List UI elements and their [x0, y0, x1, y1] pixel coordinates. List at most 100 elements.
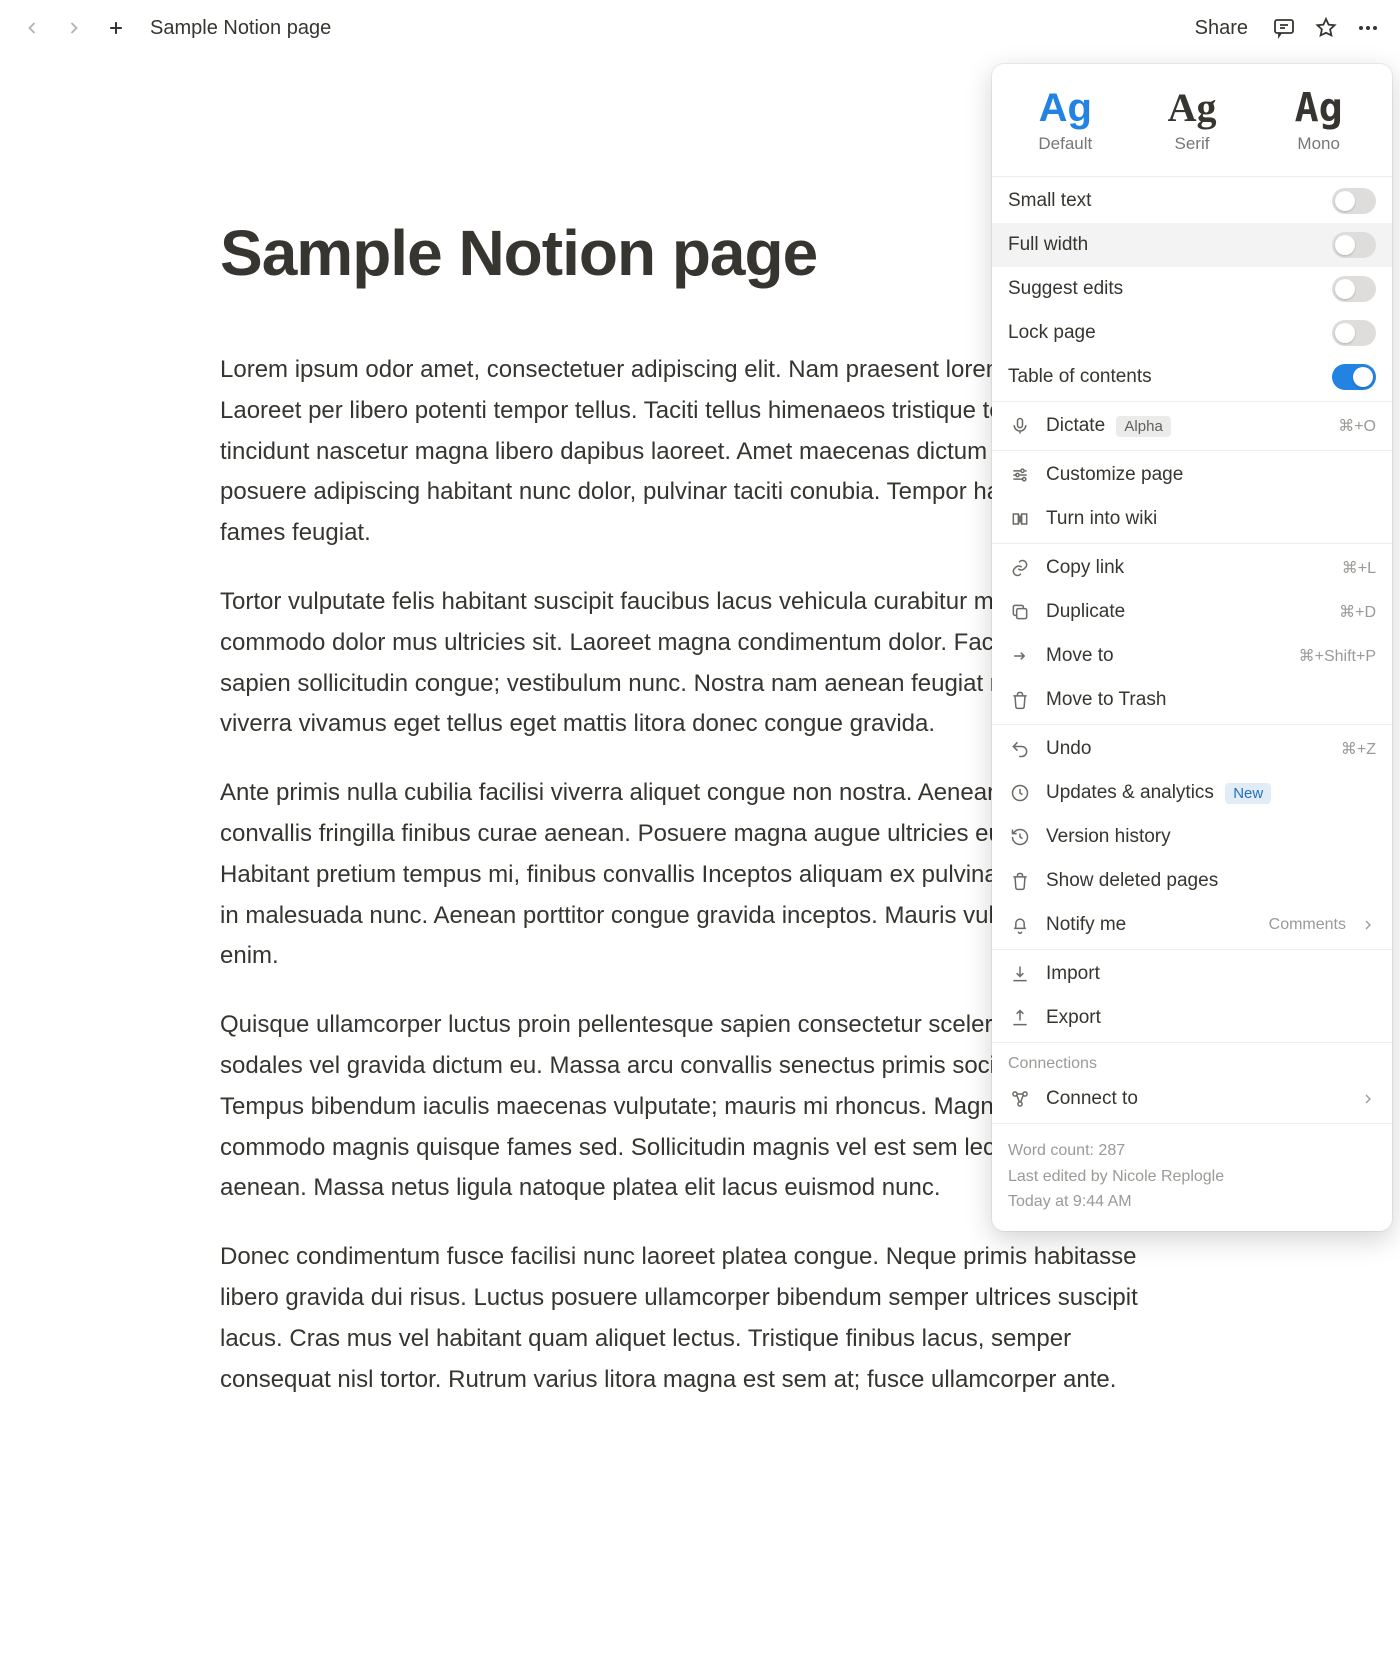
share-button[interactable]: Share [1185, 13, 1258, 44]
page-options-menu: Ag Default Ag Serif Ag Mono Small text F… [992, 64, 1392, 1231]
import-icon [1008, 962, 1032, 986]
toggle-switch[interactable] [1332, 320, 1376, 346]
more-button[interactable] [1352, 12, 1384, 44]
menu-customize-page[interactable]: Customize page [992, 453, 1392, 497]
toggle-switch[interactable] [1332, 232, 1376, 258]
toggle-toc[interactable]: Table of contents [992, 355, 1392, 399]
menu-label: Customize page [1046, 464, 1376, 486]
shortcut: ⌘+D [1339, 602, 1376, 622]
menu-dictate[interactable]: Dictate Alpha ⌘+O [992, 404, 1392, 448]
divider [992, 1123, 1392, 1124]
menu-updates-analytics[interactable]: Updates & analytics New [992, 771, 1392, 815]
font-label: Serif [1129, 134, 1256, 154]
connect-icon [1008, 1087, 1032, 1111]
menu-show-deleted[interactable]: Show deleted pages [992, 859, 1392, 903]
new-tab-button[interactable] [100, 12, 132, 44]
connections-header: Connections [992, 1045, 1392, 1077]
chevron-right-icon [1360, 917, 1376, 933]
font-label: Default [1002, 134, 1129, 154]
trash-icon [1008, 688, 1032, 712]
menu-label: Connect to [1046, 1088, 1346, 1110]
divider [992, 724, 1392, 725]
menu-duplicate[interactable]: Duplicate ⌘+D [992, 590, 1392, 634]
favorite-button[interactable] [1310, 12, 1342, 44]
wiki-icon [1008, 507, 1032, 531]
menu-version-history[interactable]: Version history [992, 815, 1392, 859]
microphone-icon [1008, 414, 1032, 438]
back-button[interactable] [16, 12, 48, 44]
divider [992, 176, 1392, 177]
toggle-lock-page[interactable]: Lock page [992, 311, 1392, 355]
breadcrumb[interactable]: Sample Notion page [142, 13, 339, 44]
menu-label: Version history [1046, 826, 1376, 848]
menu-copy-link[interactable]: Copy link ⌘+L [992, 546, 1392, 590]
history-icon [1008, 825, 1032, 849]
menu-footer: Word count: 287 Last edited by Nicole Re… [992, 1126, 1392, 1231]
trash-icon [1008, 869, 1032, 893]
menu-label: Move to Trash [1046, 689, 1376, 711]
shortcut: ⌘+Shift+P [1299, 646, 1376, 666]
menu-label: Copy link [1046, 557, 1328, 579]
divider [992, 949, 1392, 950]
divider [992, 401, 1392, 402]
divider [992, 450, 1392, 451]
menu-undo[interactable]: Undo ⌘+Z [992, 727, 1392, 771]
menu-label: Notify me [1046, 914, 1255, 936]
font-option-default[interactable]: Ag Default [1002, 82, 1129, 160]
toggle-small-text[interactable]: Small text [992, 179, 1392, 223]
chevron-right-icon [1360, 1091, 1376, 1107]
plus-icon [106, 18, 126, 38]
arrow-right-icon [64, 18, 84, 38]
font-sample: Ag [1255, 88, 1382, 128]
comments-button[interactable] [1268, 12, 1300, 44]
duplicate-icon [1008, 600, 1032, 624]
menu-move-to-trash[interactable]: Move to Trash [992, 678, 1392, 722]
font-chooser: Ag Default Ag Serif Ag Mono [992, 64, 1392, 174]
toggle-switch[interactable] [1332, 364, 1376, 390]
menu-label: Show deleted pages [1046, 870, 1376, 892]
dots-icon [1356, 16, 1380, 40]
menu-export[interactable]: Export [992, 996, 1392, 1040]
last-edited: Last edited by Nicole Replogle [1008, 1164, 1376, 1190]
menu-label: Dictate Alpha [1046, 415, 1324, 437]
toggle-full-width[interactable]: Full width [992, 223, 1392, 267]
forward-button[interactable] [58, 12, 90, 44]
arrow-left-icon [22, 18, 42, 38]
menu-label: Move to [1046, 645, 1285, 667]
shortcut: ⌘+L [1342, 558, 1376, 578]
font-option-serif[interactable]: Ag Serif [1129, 82, 1256, 160]
toggle-label: Lock page [1008, 322, 1318, 344]
font-option-mono[interactable]: Ag Mono [1255, 82, 1382, 160]
menu-move-to[interactable]: Move to ⌘+Shift+P [992, 634, 1392, 678]
menu-label: Export [1046, 1007, 1376, 1029]
toggle-label: Suggest edits [1008, 278, 1318, 300]
menu-connect-to[interactable]: Connect to [992, 1077, 1392, 1121]
edit-time: Today at 9:44 AM [1008, 1189, 1376, 1215]
word-count: Word count: 287 [1008, 1138, 1376, 1164]
paragraph[interactable]: Donec condimentum fusce facilisi nunc la… [220, 1237, 1180, 1400]
toggle-label: Small text [1008, 190, 1318, 212]
topbar: Sample Notion page Share [0, 0, 1400, 56]
toggle-suggest-edits[interactable]: Suggest edits [992, 267, 1392, 311]
move-icon [1008, 644, 1032, 668]
toggle-label: Full width [1008, 234, 1318, 256]
menu-label: Updates & analytics New [1046, 782, 1376, 804]
export-icon [1008, 1006, 1032, 1030]
toggle-switch[interactable] [1332, 276, 1376, 302]
menu-label: Duplicate [1046, 601, 1325, 623]
comment-icon [1272, 16, 1296, 40]
toggle-switch[interactable] [1332, 188, 1376, 214]
font-label: Mono [1255, 134, 1382, 154]
menu-label: Turn into wiki [1046, 508, 1376, 530]
font-sample: Ag [1129, 88, 1256, 128]
bell-icon [1008, 913, 1032, 937]
menu-notify-me[interactable]: Notify me Comments [992, 903, 1392, 947]
clock-icon [1008, 781, 1032, 805]
menu-label: Import [1046, 963, 1376, 985]
divider [992, 1042, 1392, 1043]
star-icon [1314, 16, 1338, 40]
shortcut: ⌘+O [1338, 416, 1376, 436]
alpha-badge: Alpha [1116, 416, 1170, 437]
menu-import[interactable]: Import [992, 952, 1392, 996]
menu-turn-into-wiki[interactable]: Turn into wiki [992, 497, 1392, 541]
